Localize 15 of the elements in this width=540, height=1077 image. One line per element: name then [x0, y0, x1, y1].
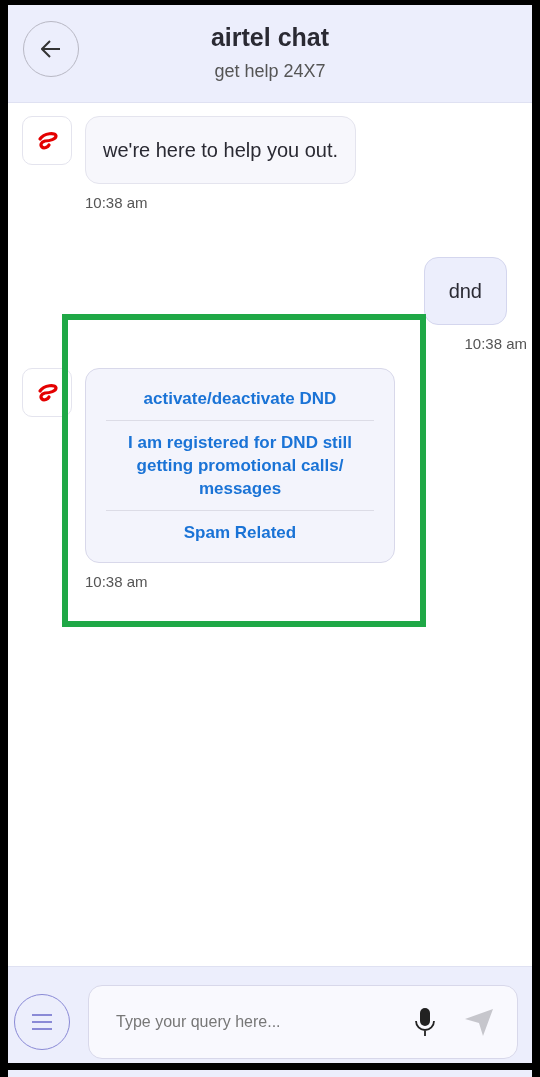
message-time: 10:38 am	[85, 572, 148, 592]
message-bubble: dnd	[423, 256, 507, 325]
chat-subtitle: get help 24X7	[214, 60, 326, 83]
message-time: 10:38 am	[85, 193, 148, 213]
brand-logo-icon	[36, 382, 58, 403]
message-bubble: we're here to help you out.	[85, 116, 357, 184]
quick-reply-option[interactable]: I am registered for DND still getting promotional calls/ messages	[106, 421, 374, 510]
microphone-icon[interactable]	[415, 1008, 435, 1036]
message-time: 10:38 am	[464, 333, 527, 354]
chat-title: airtel chat	[210, 22, 330, 52]
back-arrow-icon	[41, 40, 61, 58]
quick-reply-option[interactable]: activate/deactivate DND	[106, 377, 374, 420]
quick-reply-option[interactable]: Spam Related	[106, 511, 374, 554]
menu-icon	[32, 1014, 52, 1030]
brand-logo-icon	[36, 130, 58, 151]
